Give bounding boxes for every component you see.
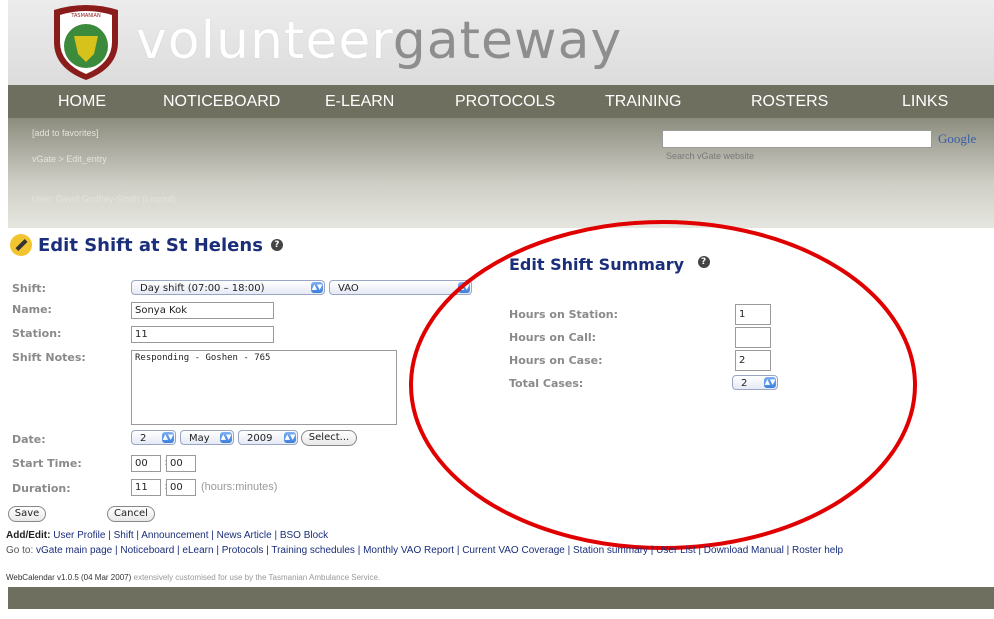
date-month-select[interactable]: May ▲▼ (180, 430, 234, 445)
save-button[interactable]: Save (8, 506, 46, 522)
station-label: Station: (12, 327, 62, 340)
duration-label: Duration: (12, 482, 71, 495)
logo-text: TASMANIAN (70, 13, 101, 19)
help-icon[interactable]: ? (697, 255, 710, 268)
chevron-updown-icon: ▲▼ (458, 282, 470, 293)
google-logo[interactable]: Google (938, 131, 976, 147)
shift-select-value: Day shift (07:00 – 18:00) (140, 283, 265, 294)
hours-station-input[interactable]: 1 (735, 304, 771, 325)
site-title-part1: volunteer (136, 11, 393, 71)
hours-call-input[interactable] (735, 327, 771, 348)
station-input[interactable]: 11 (131, 326, 274, 343)
cancel-button[interactable]: Cancel (107, 506, 155, 522)
date-day-select[interactable]: 2 ▲▼ (131, 430, 176, 445)
chevron-updown-icon: ▲▼ (220, 432, 232, 443)
page-title-text: Edit Shift at St Helens (38, 234, 263, 256)
shift-label: Shift: (12, 282, 46, 295)
pencil-icon (10, 234, 32, 256)
footer-links: Add/Edit: User Profile | Shift | Announc… (6, 528, 843, 558)
shift-notes-label: Shift Notes: (12, 351, 86, 364)
credits-rest: extensively customised for use by the Ta… (131, 573, 381, 582)
date-label: Date: (12, 433, 46, 446)
name-label: Name: (12, 303, 52, 316)
chevron-updown-icon: ▲▼ (284, 432, 296, 443)
shift-notes-textarea[interactable]: Responding - Goshen - 765 (131, 350, 397, 425)
hours-station-label: Hours on Station: (509, 308, 619, 321)
shift-type-select[interactable]: VAO ▲▼ (329, 280, 472, 295)
addedit-row: Add/Edit: User Profile | Shift | Announc… (6, 528, 843, 543)
total-cases-select[interactable]: 2 ▲▼ (732, 375, 778, 390)
site-title-part2: gateway (392, 11, 623, 71)
duration-hours-input[interactable]: 11 (131, 479, 161, 496)
add-to-favorites-link[interactable]: [add to favorites] (32, 128, 99, 138)
chevron-updown-icon: ▲▼ (764, 377, 776, 388)
credits-main[interactable]: WebCalendar v1.0.5 (04 Mar 2007) (6, 573, 131, 582)
addedit-links[interactable]: User Profile | Shift | Announcement | Ne… (53, 530, 328, 541)
nav-noticeboard[interactable]: NOTICEBOARD (163, 85, 280, 118)
date-year-value: 2009 (247, 433, 273, 444)
search-input[interactable] (662, 130, 932, 148)
goto-links[interactable]: vGate main page | Noticeboard | eLearn |… (36, 545, 843, 556)
shift-type-value: VAO (338, 283, 359, 294)
page-title: Edit Shift at St Helens ? (10, 234, 283, 256)
total-cases-label: Total Cases: (509, 377, 584, 390)
nav-elearn[interactable]: E-LEARN (325, 85, 394, 118)
start-time-label: Start Time: (12, 457, 82, 470)
main-nav: HOME NOTICEBOARD E-LEARN PROTOCOLS TRAIN… (8, 85, 994, 118)
footer-bar (8, 587, 994, 609)
tas-ambulance-logo[interactable]: TASMANIAN (46, 2, 126, 82)
nav-home[interactable]: HOME (58, 85, 106, 118)
summary-title-text: Edit Shift Summary (509, 255, 685, 274)
date-day-value: 2 (140, 433, 147, 444)
breadcrumb[interactable]: vGate > Edit_entry (32, 154, 107, 164)
date-select-button[interactable]: Select... (301, 430, 357, 446)
nav-training[interactable]: TRAINING (605, 85, 681, 118)
chevron-updown-icon: ▲▼ (162, 432, 174, 443)
addedit-label: Add/Edit: (6, 530, 51, 541)
goto-label: Go to: (6, 545, 34, 556)
date-month-value: May (189, 433, 210, 444)
date-year-select[interactable]: 2009 ▲▼ (238, 430, 298, 445)
total-cases-value: 2 (741, 378, 748, 389)
hours-case-input[interactable]: 2 (735, 350, 771, 371)
user-logout-link[interactable]: User: David Godfrey-Smith (Logout) (32, 194, 176, 204)
chevron-updown-icon: ▲▼ (311, 282, 323, 293)
help-icon[interactable]: ? (270, 239, 283, 251)
nav-rosters[interactable]: ROSTERS (751, 85, 828, 118)
goto-row: Go to: vGate main page | Noticeboard | e… (6, 543, 843, 558)
duration-minutes-input[interactable]: 00 (166, 479, 196, 496)
summary-title: Edit Shift Summary ? (509, 255, 710, 274)
nav-protocols[interactable]: PROTOCOLS (455, 85, 555, 118)
site-title[interactable]: volunteergateway (136, 6, 622, 76)
shift-select[interactable]: Day shift (07:00 – 18:00) ▲▼ (131, 280, 325, 295)
duration-hint: (hours:minutes) (201, 481, 278, 493)
name-input[interactable]: Sonya Kok (131, 302, 274, 319)
nav-links[interactable]: LINKS (902, 85, 948, 118)
hours-case-label: Hours on Case: (509, 354, 603, 367)
site-header: TASMANIAN volunteergateway (8, 0, 994, 85)
credits: WebCalendar v1.0.5 (04 Mar 2007) extensi… (6, 573, 380, 582)
hours-call-label: Hours on Call: (509, 331, 597, 344)
search-caption: Search vGate website (666, 151, 755, 161)
start-minutes-input[interactable]: 00 (166, 455, 196, 472)
start-hours-input[interactable]: 00 (131, 455, 161, 472)
